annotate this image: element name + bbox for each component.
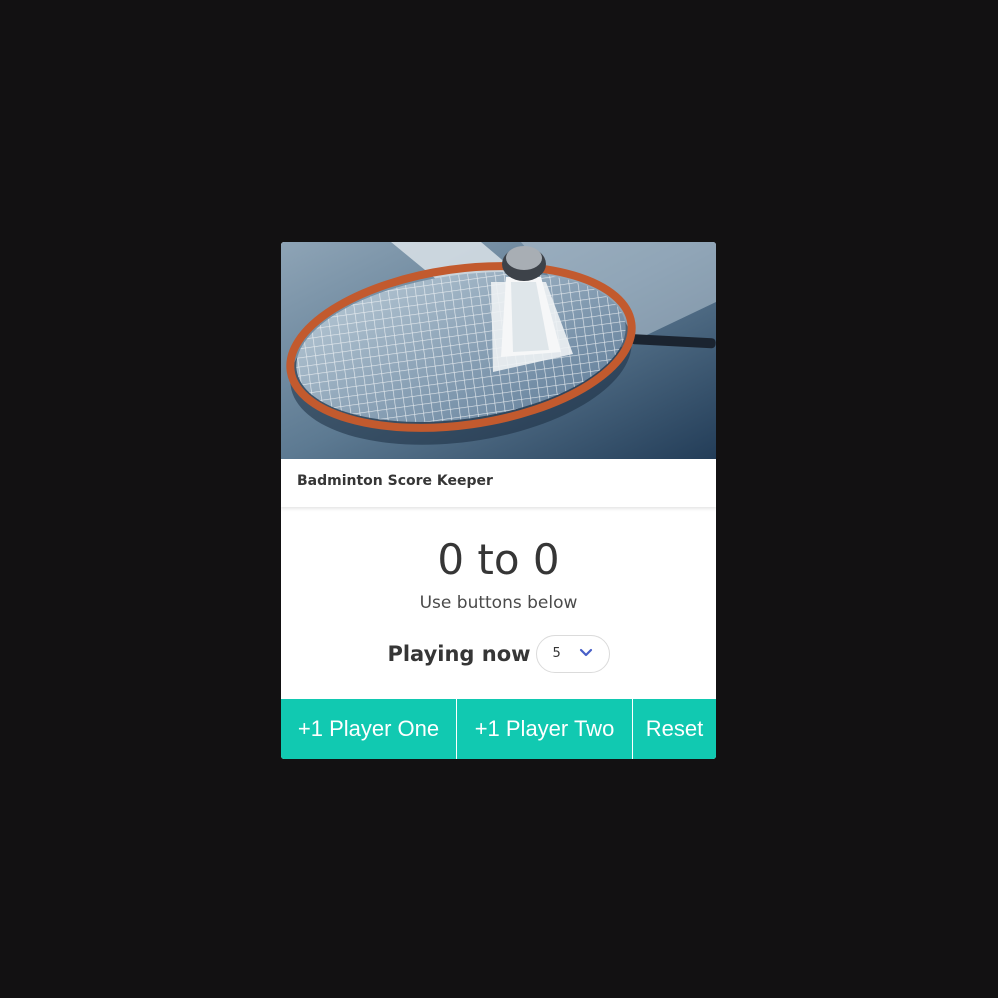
card-content: 0 to 0 Use buttons below Playing now 5 [281, 512, 716, 698]
card-title: Badminton Score Keeper [297, 473, 493, 489]
score-keeper-card: Badminton Score Keeper 0 to 0 Use button… [281, 242, 716, 759]
reset-button[interactable]: Reset [633, 699, 716, 759]
card-header: Badminton Score Keeper [281, 459, 716, 507]
score-hint: Use buttons below [419, 593, 578, 613]
badminton-hero-image [281, 242, 716, 459]
chevron-down-icon [579, 648, 592, 657]
player-two-button[interactable]: +1 Player Two [457, 699, 633, 759]
card-footer: +1 Player One +1 Player Two Reset [281, 699, 716, 759]
playing-to-value: 5 [552, 646, 561, 661]
player-one-button[interactable]: +1 Player One [281, 699, 457, 759]
playing-now-label: Playing now [387, 642, 531, 666]
playing-to-row: Playing now 5 [281, 634, 716, 674]
score-display: 0 to 0 [437, 535, 560, 584]
playing-to-select[interactable]: 5 [535, 635, 610, 673]
